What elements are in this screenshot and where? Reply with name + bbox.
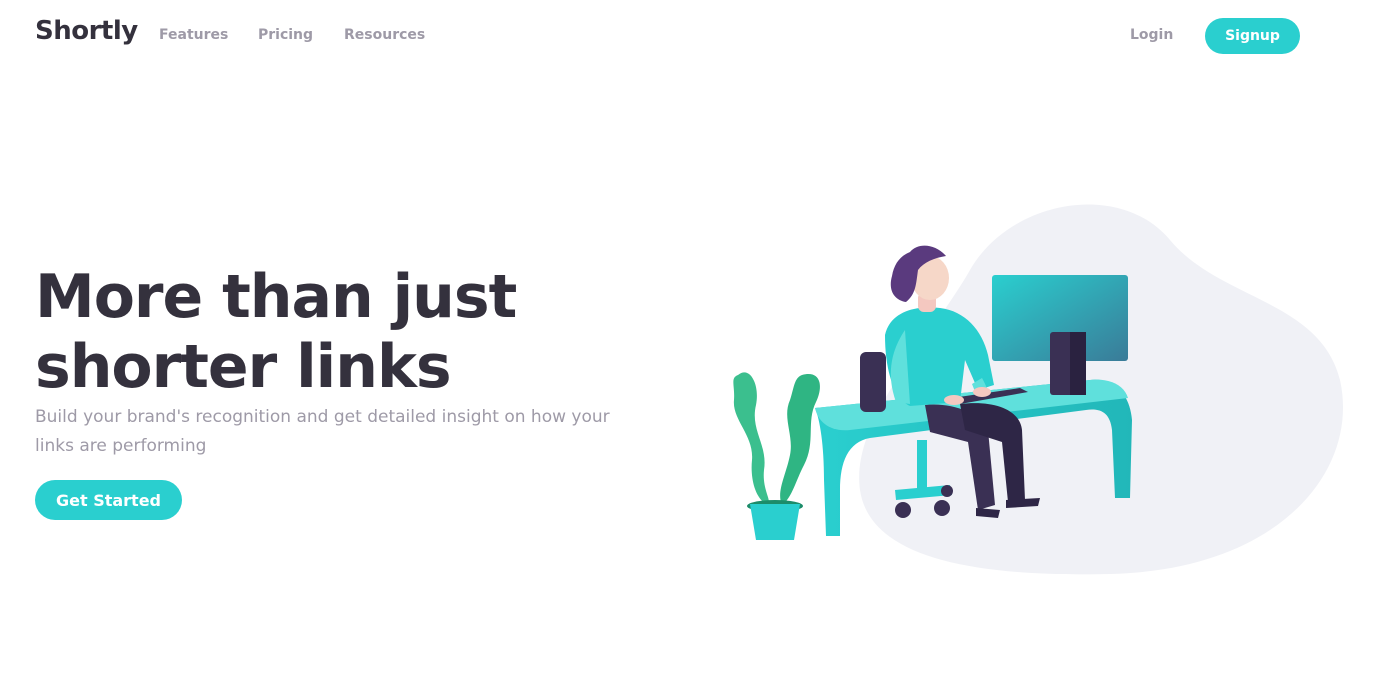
hero-title: More than just shorter links: [35, 262, 675, 402]
nav-link-resources[interactable]: Resources: [344, 27, 425, 43]
nav-link-pricing[interactable]: Pricing: [258, 27, 313, 43]
top-navigation: Shortly Features Pricing Resources Login…: [0, 0, 1400, 72]
hero-title-line-1: More than just: [35, 262, 517, 332]
nav-link-features[interactable]: Features: [159, 27, 228, 43]
person-working-at-desk-illustration: [733, 204, 1344, 575]
plant-icon: [733, 372, 820, 540]
hero-title-line-2: shorter links: [35, 332, 452, 402]
signup-button[interactable]: Signup: [1205, 18, 1300, 54]
get-started-button[interactable]: Get Started: [35, 480, 182, 520]
login-link[interactable]: Login: [1130, 27, 1173, 43]
logo[interactable]: Shortly: [35, 16, 138, 46]
hero-subtitle: Build your brand's recognition and get d…: [35, 407, 610, 456]
